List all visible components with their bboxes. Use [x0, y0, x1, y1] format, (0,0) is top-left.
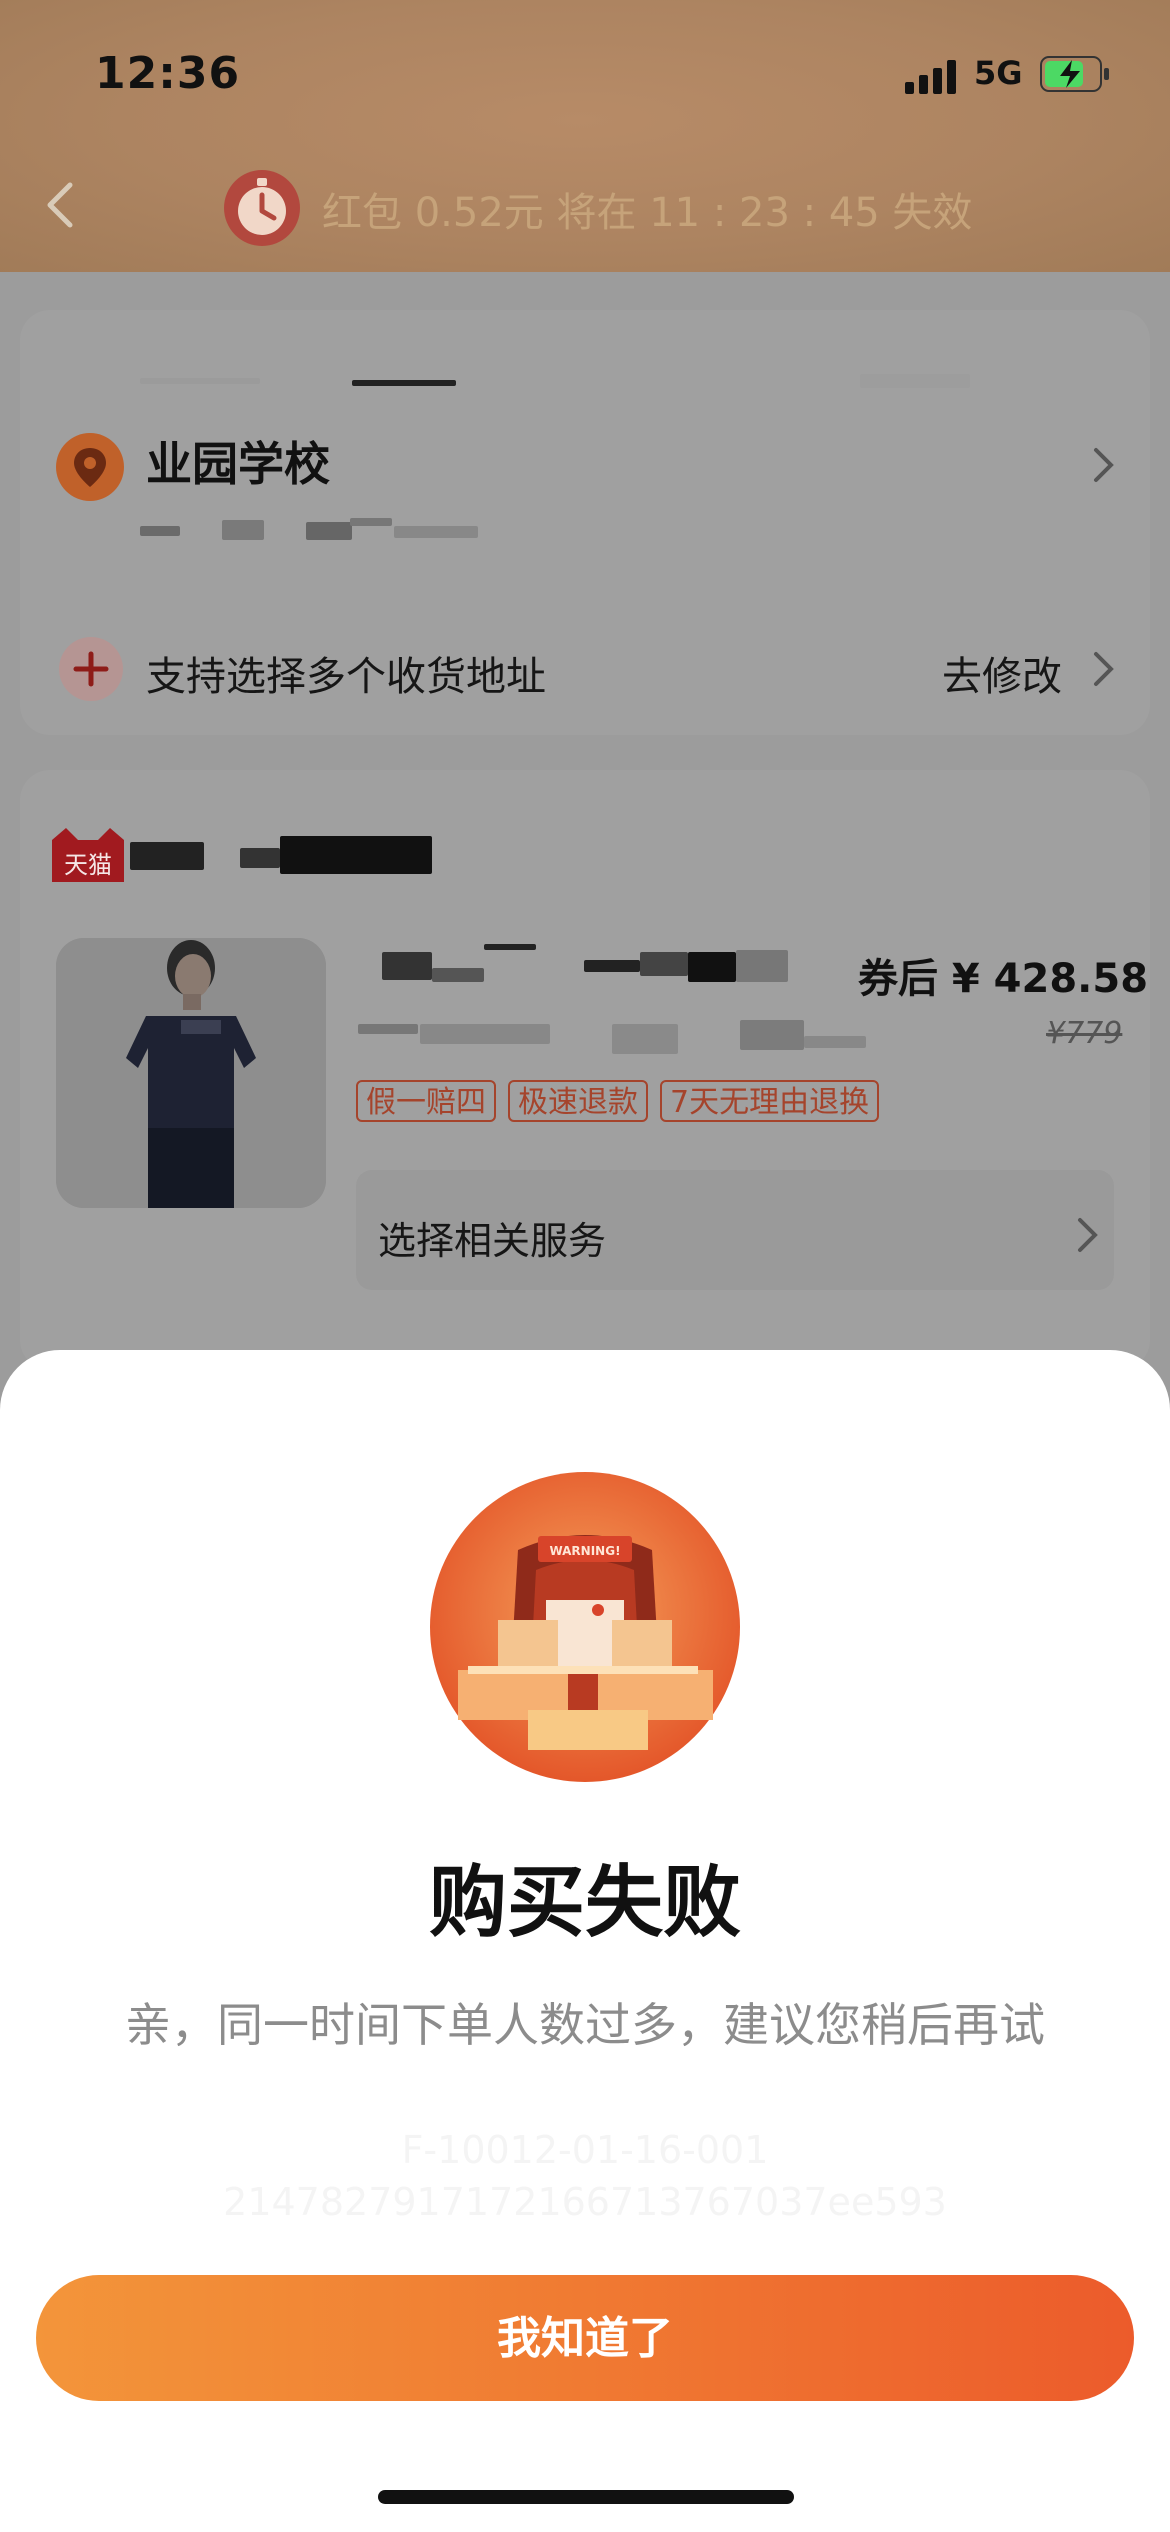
redacted-text: [306, 522, 352, 540]
status-time: 12:36: [95, 48, 241, 99]
product-tag: 假一赔四: [356, 1080, 496, 1122]
acknowledge-button[interactable]: 我知道了: [36, 2275, 1134, 2401]
redacted-text: [280, 836, 432, 874]
redacted-text: [140, 378, 260, 384]
tmall-logo-text: 天猫: [64, 851, 112, 879]
battery-icon: [1040, 56, 1109, 92]
redacted-text: [688, 952, 736, 982]
address-name: 业园学校: [146, 437, 330, 491]
redacted-text: [140, 526, 180, 536]
home-indicator[interactable]: [378, 2490, 794, 2504]
warning-illustration: WARNING!: [430, 1472, 740, 1782]
chevron-right-icon[interactable]: [1092, 446, 1116, 484]
redacted-text: [432, 968, 484, 982]
redacted-text: [640, 952, 688, 976]
redacted-text: [382, 952, 432, 980]
original-price: ¥779: [1046, 1016, 1123, 1051]
redacted-text: [740, 1020, 804, 1050]
error-code: F-10012-01-16-001: [401, 2128, 769, 2172]
redacted-text: [130, 842, 204, 870]
dialog-title: 购买失败: [428, 1858, 741, 1948]
redacted-text: [358, 1024, 418, 1034]
redacted-text: [612, 1024, 678, 1054]
redacted-text: [394, 526, 478, 538]
redacted-text: [584, 960, 640, 972]
coupon-price: 券后 ¥ 428.58: [858, 956, 1149, 1002]
timer-icon: [224, 170, 300, 246]
chevron-right-icon[interactable]: [1076, 1216, 1100, 1254]
product-tag: 极速退款: [508, 1080, 648, 1122]
product-image[interactable]: [56, 938, 326, 1208]
redacted-text: [420, 1024, 550, 1044]
dialog-message: 亲，同一时间下单人数过多，建议您稍后再试: [125, 1998, 1045, 2052]
edit-address-link[interactable]: 去修改: [942, 644, 1062, 702]
coupon-countdown: 红包 0.52元 将在 11 : 23 : 45 失效: [322, 190, 973, 236]
location-pin-icon: [56, 433, 124, 501]
product-tag: 7天无理由退换: [660, 1080, 880, 1122]
signal-icon: [905, 60, 956, 94]
redacted-text: [736, 950, 788, 982]
redacted-text: [860, 374, 970, 388]
illustration-warning-label: WARNING!: [549, 1544, 620, 1558]
redacted-text: [352, 380, 456, 386]
redacted-text: [350, 518, 392, 526]
service-label: 选择相关服务: [378, 1219, 607, 1263]
tmall-logo: 天猫: [52, 826, 124, 882]
redacted-text: [484, 944, 536, 950]
redacted-text: [222, 520, 264, 540]
chevron-right-icon[interactable]: [1092, 650, 1116, 688]
redacted-text: [804, 1036, 866, 1048]
back-icon[interactable]: [40, 180, 80, 230]
multi-address-label: 支持选择多个收货地址: [146, 654, 546, 700]
network-label: 5G: [974, 54, 1023, 92]
plus-icon: [59, 637, 123, 701]
trace-id: 2147827917172166713767037ee593: [223, 2180, 947, 2224]
redacted-text: [240, 848, 280, 868]
